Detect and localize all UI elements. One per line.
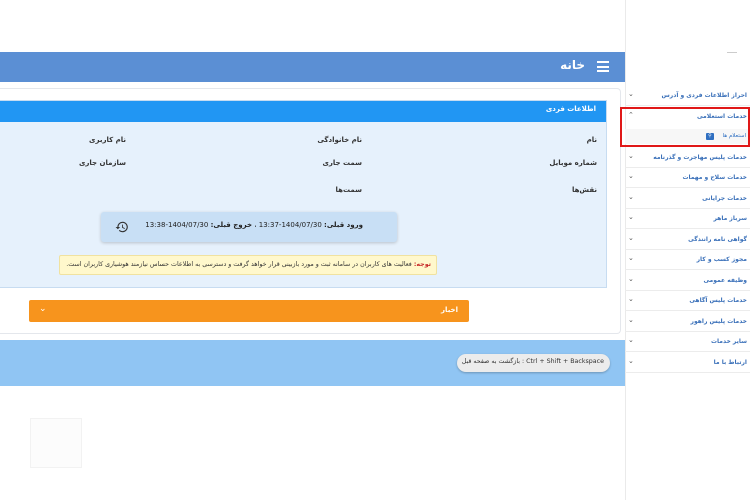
login-history-text: ورود قبلی: 1404/07/30-13:37 ، خروج قبلی:…	[145, 221, 363, 229]
last-logout-value: 1404/07/30-13:38	[145, 221, 209, 229]
last-login-label: ورود قبلی:	[324, 221, 363, 229]
label-mobile: شماره موبایل	[549, 159, 597, 167]
sidebar-item-traffic-police[interactable]: خدمات پلیس راهور ⌄	[625, 312, 750, 332]
login-separator: ،	[254, 221, 257, 229]
sidebar-item-label: سایر خدمات	[710, 338, 747, 345]
chevron-down-icon: ⌄	[628, 193, 634, 201]
sidebar-item-label: گواهی نامه رانندگی	[688, 236, 747, 243]
last-login-value: 1404/07/30-13:37	[258, 221, 322, 229]
label-name: نام	[586, 136, 597, 144]
divider	[727, 52, 737, 53]
sidebar-item-label: مجوز کسب و کار	[696, 256, 747, 263]
news-accordion[interactable]: اخبار ⌄	[29, 300, 469, 322]
sidebar-item-military-service[interactable]: وظیفه عمومی ⌄	[625, 271, 750, 291]
sidebar-item-label: احراز اطلاعات فردی و آدرس	[661, 92, 747, 99]
chevron-down-icon: ⌄	[628, 295, 634, 303]
placeholder-box	[30, 418, 82, 468]
sidebar-item-driving-license[interactable]: گواهی نامه رانندگی ⌄	[625, 230, 750, 250]
sidebar-item-other-services[interactable]: سایر خدمات ⌄	[625, 332, 750, 352]
last-logout-label: خروج قبلی:	[210, 221, 252, 229]
sidebar-item-business-permit[interactable]: مجوز کسب و کار ⌄	[625, 250, 750, 270]
sidebar-item-label: خدمات پلیس راهور	[690, 318, 747, 325]
top-header-bar: خانه	[0, 52, 625, 82]
sidebar-item-skilled-soldier[interactable]: سرباز ماهر ⌄	[625, 209, 750, 229]
chevron-down-icon: ⌄	[628, 234, 634, 242]
chevron-down-icon: ⌄	[628, 316, 634, 324]
chevron-down-icon: ⌄	[628, 336, 634, 344]
hamburger-menu-icon[interactable]	[597, 61, 609, 72]
sidebar-item-label: خدمات پلیس آگاهی	[689, 297, 747, 304]
sidebar-item-penal[interactable]: خدمات جرایانی ⌄	[625, 189, 750, 209]
chevron-down-icon: ⌄	[628, 275, 634, 283]
notice-text: فعالیت های کاربران در سامانه ثبت و مورد …	[66, 261, 412, 268]
chevron-down-icon: ⌄	[39, 304, 47, 314]
page-title: خانه	[560, 58, 585, 72]
notice-text-wrapper: توجه: فعالیت های کاربران در سامانه ثبت و…	[66, 261, 431, 268]
activity-notice: توجه: فعالیت های کاربران در سامانه ثبت و…	[59, 255, 437, 275]
news-label: اخبار	[441, 306, 458, 314]
chevron-down-icon: ⌄	[628, 213, 634, 221]
label-family-name: نام خانوادگی	[317, 136, 362, 144]
label-current-position: سمت جاری	[322, 159, 362, 167]
sidebar-item-label: وظیفه عمومی	[703, 277, 747, 284]
sidebar-item-identity[interactable]: احراز اطلاعات فردی و آدرس ⌄	[625, 86, 750, 106]
back-shortcut-text: Ctrl + Shift + Backspace : بازگشت به صفح…	[461, 358, 604, 365]
history-icon	[115, 221, 128, 233]
footer-band: Ctrl + Shift + Backspace : بازگشت به صفح…	[0, 340, 625, 386]
chevron-down-icon: ⌄	[628, 357, 634, 365]
sidebar-item-contact-us[interactable]: ارتباط با ما ⌄	[625, 353, 750, 373]
label-roles: نقش‌ها	[571, 186, 597, 194]
sidebar-item-label: خدمات سلاح و مهمات	[682, 174, 747, 181]
sidebar-item-label: ارتباط با ما	[713, 359, 747, 366]
back-shortcut-chip[interactable]: Ctrl + Shift + Backspace : بازگشت به صفح…	[457, 354, 610, 372]
sidebar-item-weapons[interactable]: خدمات سلاح و مهمات ⌄	[625, 168, 750, 188]
notice-label: توجه:	[413, 261, 431, 268]
sidebar-item-detective-police[interactable]: خدمات پلیس آگاهی ⌄	[625, 291, 750, 311]
label-current-organization: سازمان جاری	[78, 159, 126, 167]
label-username: نام کاربری	[89, 136, 126, 144]
sidebar-item-label: خدمات جرایانی	[702, 195, 747, 202]
personal-info-header: اطلاعات فردی	[0, 101, 606, 122]
chevron-down-icon: ⌄	[628, 90, 634, 98]
chevron-down-icon: ⌄	[628, 172, 634, 180]
chevron-down-icon: ⌄	[628, 152, 634, 160]
sidebar-item-label: سرباز ماهر	[713, 215, 747, 222]
login-history-box: ورود قبلی: 1404/07/30-13:37 ، خروج قبلی:…	[101, 212, 397, 242]
sidebar-item-immigration[interactable]: خدمات پلیس مهاجرت و گذرنامه ⌄	[625, 148, 750, 168]
personal-info-title: اطلاعات فردی	[545, 105, 596, 113]
sidebar-item-label: خدمات پلیس مهاجرت و گذرنامه	[653, 154, 747, 161]
highlight-box	[620, 107, 750, 147]
chevron-down-icon: ⌄	[628, 254, 634, 262]
label-positions: سمت‌ها	[335, 186, 362, 194]
